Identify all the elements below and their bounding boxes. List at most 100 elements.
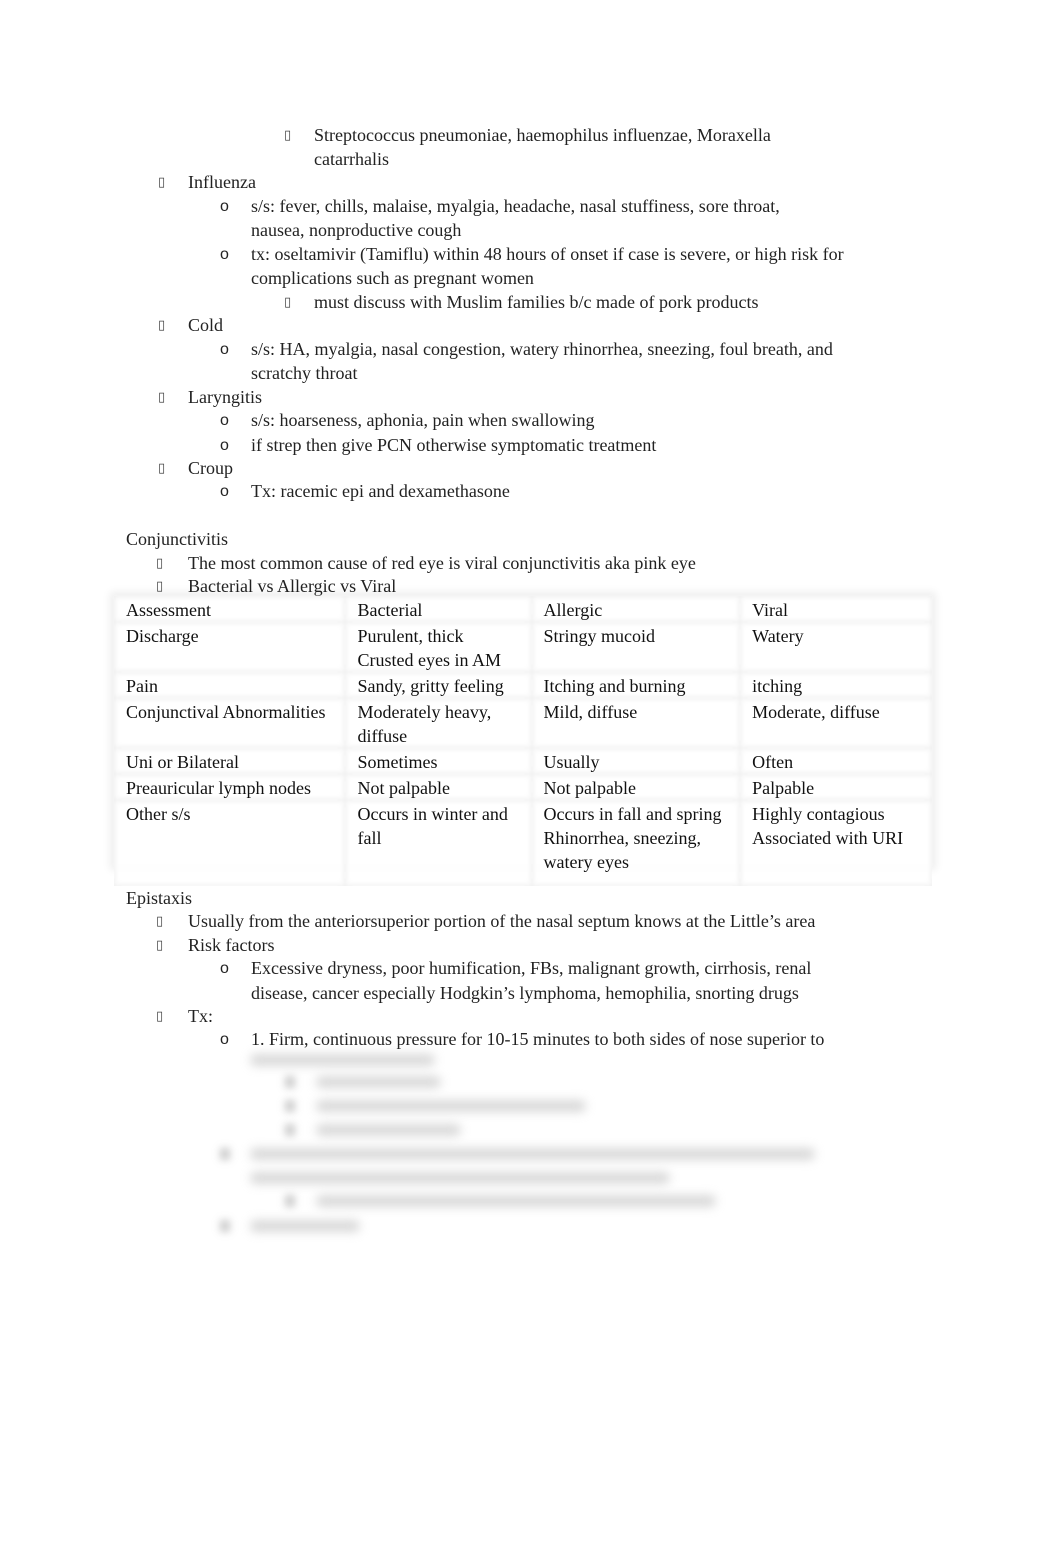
cell-line: Mild, diffuse bbox=[543, 702, 638, 722]
section-heading-epistaxis: Epistaxis bbox=[126, 888, 192, 908]
blurred-line bbox=[316, 1124, 461, 1136]
blurred-bullet-icon bbox=[220, 1220, 230, 1232]
table-cell: itching bbox=[740, 672, 932, 698]
influenza-tx-note: must discuss with Muslim families b/c ma… bbox=[314, 292, 759, 312]
table-cell: Often bbox=[740, 748, 932, 774]
circle-bullet-icon: o bbox=[220, 246, 229, 263]
cell-line: diffuse bbox=[357, 726, 408, 746]
cell-line: Discharge bbox=[126, 626, 199, 646]
table-row: Pain Sandy, gritty feeling Itching and bur… bbox=[114, 672, 932, 698]
topic-laryngitis: Laryngitis bbox=[188, 387, 262, 407]
blurred-line bbox=[250, 1054, 435, 1066]
table-cell: Moderately heavy, diffuse bbox=[345, 698, 532, 748]
conjunctivitis-bullet: Bacterial vs Allergic vs Viral bbox=[188, 576, 397, 596]
circle-bullet-icon: o bbox=[220, 412, 229, 429]
cell-line: itching bbox=[752, 676, 803, 696]
table-cell: Not palpable bbox=[531, 774, 741, 800]
table-row: Other s/s Occurs in winter and fall Occurs … bbox=[114, 800, 932, 886]
influenza-ss: nausea, nonproductive cough bbox=[251, 220, 462, 240]
cell-line: Palpable bbox=[752, 778, 815, 798]
table-cell: Watery bbox=[740, 622, 932, 672]
table-row: Uni or Bilateral Sometimes Usually Often bbox=[114, 748, 932, 774]
influenza-tx: complications such as pregnant women bbox=[251, 268, 534, 288]
list-item-text: Streptococcus pneumoniae, haemophilus in… bbox=[314, 125, 771, 145]
table-header-cell: Assessment bbox=[114, 596, 346, 622]
table-cell: Occurs in fall and spring Rhinorrhea, sne… bbox=[531, 800, 741, 886]
epistaxis-tx-title: Tx: bbox=[188, 1006, 213, 1026]
cell-line: Itching and burning bbox=[543, 676, 686, 696]
cell-line: Rhinorrhea, sneezing, bbox=[543, 828, 701, 848]
blurred-line bbox=[316, 1076, 441, 1088]
cell-line: Preauricular lymph nodes bbox=[126, 778, 311, 798]
epistaxis-risk: disease, cancer especially Hodgkin’s lym… bbox=[251, 983, 799, 1003]
cold-ss: s/s: HA, myalgia, nasal congestion, wate… bbox=[251, 339, 833, 359]
cell-line: Occurs in winter and bbox=[357, 804, 508, 824]
bullet-icon: ▯ bbox=[284, 295, 292, 310]
table-cell: Not palpable bbox=[345, 774, 532, 800]
blurred-bullet-icon bbox=[285, 1124, 295, 1136]
table-cell: Moderate, diffuse bbox=[740, 698, 932, 748]
table-cell: Sometimes bbox=[345, 748, 532, 774]
cell-line: Moderate, diffuse bbox=[752, 702, 880, 722]
laryngitis-ss: s/s: hoarseness, aphonia, pain when swal… bbox=[251, 410, 595, 430]
blurred-line bbox=[250, 1220, 360, 1232]
blurred-bullet-icon bbox=[285, 1195, 295, 1207]
circle-bullet-icon: o bbox=[220, 437, 229, 454]
comparison-table: Assessment Bacterial Allergic Viral Discharg… bbox=[114, 596, 932, 886]
table-row-label: Preauricular lymph nodes bbox=[114, 774, 346, 800]
conjunctivitis-comparison-table: Assessment Bacterial Allergic Viral Discharg… bbox=[114, 596, 932, 886]
blurred-bullet-icon bbox=[285, 1076, 295, 1088]
table-header-cell: Allergic bbox=[531, 596, 741, 622]
topic-influenza: Influenza bbox=[188, 172, 256, 192]
blurred-line bbox=[250, 1172, 670, 1184]
epistaxis-location: Usually from the anteriorsuperior portio… bbox=[188, 911, 816, 931]
circle-bullet-icon: o bbox=[220, 960, 229, 977]
table-row: Conjunctival Abnormalities Moderately hea… bbox=[114, 698, 932, 748]
laryngitis-tx: if strep then give PCN otherwise symptom… bbox=[251, 435, 657, 455]
table-cell: Palpable bbox=[740, 774, 932, 800]
topic-croup: Croup bbox=[188, 458, 233, 478]
topic-cold: Cold bbox=[188, 315, 224, 335]
cell-line: Sometimes bbox=[357, 752, 438, 772]
list-item-text: catarrhalis bbox=[314, 149, 389, 169]
blurred-bullet-icon bbox=[220, 1148, 230, 1160]
table-cell: Stringy mucoid bbox=[531, 622, 741, 672]
table-row-label: Discharge bbox=[114, 622, 346, 672]
cell-line: fall bbox=[357, 828, 382, 848]
table-header-row: Assessment Bacterial Allergic Viral bbox=[114, 596, 932, 622]
table-row: Preauricular lymph nodes Not palpable Not … bbox=[114, 774, 932, 800]
blurred-line bbox=[250, 1148, 815, 1160]
cell-line: Not palpable bbox=[357, 778, 450, 798]
cell-line: Highly contagious bbox=[752, 804, 885, 824]
croup-tx: Tx: racemic epi and dexamethasone bbox=[251, 481, 510, 501]
table-cell: Usually bbox=[531, 748, 741, 774]
epistaxis-risk: Excessive dryness, poor humification, FB… bbox=[251, 958, 812, 978]
circle-bullet-icon: o bbox=[220, 1031, 229, 1048]
table-row-label: Other s/s bbox=[114, 800, 346, 886]
cell-line: Often bbox=[752, 752, 794, 772]
cell-line: Stringy mucoid bbox=[543, 626, 656, 646]
table-cell: Occurs in winter and fall bbox=[345, 800, 532, 886]
table-row-label: Pain bbox=[114, 672, 346, 698]
table-row-label: Conjunctival Abnormalities bbox=[114, 698, 346, 748]
circle-bullet-icon: o bbox=[220, 198, 229, 215]
blurred-line bbox=[316, 1195, 716, 1207]
bullet-icon: ▯ bbox=[156, 914, 164, 929]
cell-line: Uni or Bilateral bbox=[126, 752, 239, 772]
epistaxis-tx-first: 1. Firm, continuous pressure for 10-15 m… bbox=[251, 1029, 825, 1049]
blurred-bullet-icon bbox=[285, 1100, 295, 1112]
cell-line: watery eyes bbox=[543, 852, 630, 872]
cell-line: Moderately heavy, bbox=[357, 702, 492, 722]
bullet-icon: ▯ bbox=[158, 175, 166, 190]
table-cell: Sandy, gritty feeling bbox=[345, 672, 532, 698]
table-cell: Highly contagious Associated with URI bbox=[740, 800, 932, 886]
cell-line: Other s/s bbox=[126, 804, 191, 824]
bullet-icon: ▯ bbox=[158, 390, 166, 405]
table-row-label: Uni or Bilateral bbox=[114, 748, 346, 774]
circle-bullet-icon: o bbox=[220, 341, 229, 358]
cell-line: Associated with URI bbox=[752, 828, 904, 848]
cell-line: Sandy, gritty feeling bbox=[357, 676, 504, 696]
bullet-icon: ▯ bbox=[284, 128, 292, 143]
bullet-icon: ▯ bbox=[158, 318, 166, 333]
table-header-cell: Bacterial bbox=[345, 596, 532, 622]
